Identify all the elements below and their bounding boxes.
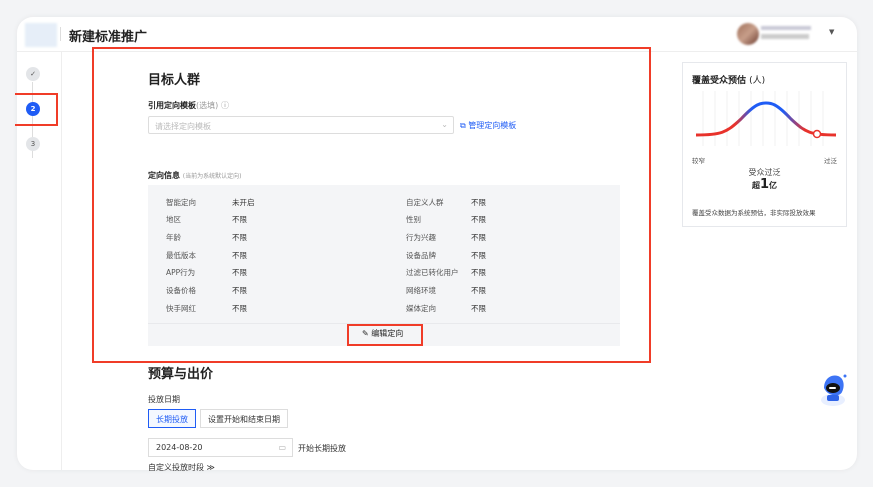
estimate-value: 超1亿 [683,177,846,192]
custom-period-toggle[interactable]: 自定义投放时段 ≫ [148,462,215,473]
targeting-value: 不限 [471,215,486,224]
start-note: 开始长期投放 [298,444,346,453]
broad-label: 过泛 [824,157,837,165]
step-3[interactable]: 3 [26,137,40,151]
targeting-key: 网络环境 [406,286,436,295]
chevron-down-icon: ⌄ [441,120,448,129]
targeting-value: 不限 [232,215,247,224]
targeting-key: 自定义人群 [406,198,444,207]
assistant-robot-icon[interactable] [818,372,852,408]
info-label-text: 定向信息 [148,171,180,180]
estimate-note: 覆盖受众数据为系统预估，非实际投放效果 [692,209,816,217]
edit-targeting-button[interactable]: ✎ 编辑定向 [362,328,403,339]
targeting-key: 媒体定向 [406,304,436,313]
calendar-icon: ▭ [278,443,286,452]
targeting-value: 不限 [471,233,486,242]
targeting-key: 智能定向 [166,198,196,207]
targeting-value: 不限 [471,304,486,313]
section-title-budget: 预算与出价 [148,367,214,382]
estimate-number: 1 [759,177,770,192]
user-name-blurred [761,26,811,30]
estimate-suffix: 亿 [769,181,778,190]
targeting-key: APP行为 [166,268,196,277]
narrow-label: 较窄 [692,157,705,165]
targeting-key: 设备价格 [166,286,196,295]
targeting-key: 过滤已转化用户 [406,268,459,277]
targeting-key: 性别 [406,215,421,224]
estimate-prefix: 超 [751,181,760,190]
external-link-icon: ⧉ [460,121,466,130]
help-icon[interactable]: ⓘ [221,101,229,110]
targeting-key: 地区 [166,215,181,224]
targeting-value: 不限 [232,251,247,260]
targeting-key: 年龄 [166,233,181,242]
targeting-value: 不限 [232,304,247,313]
targeting-value: 不限 [232,233,247,242]
manage-template-text: 管理定向模板 [468,121,517,130]
targeting-key: 设备品牌 [406,251,436,260]
targeting-info-label: 定向信息 (当前为系统默认定向) [148,170,241,181]
step-2[interactable]: 2 [26,102,40,116]
targeting-value: 不限 [471,286,486,295]
date-label: 投放日期 [148,395,180,404]
targeting-value: 不限 [471,198,486,207]
template-select[interactable]: 请选择定向模板 ⌄ [148,116,454,134]
info-note: (当前为系统默认定向) [182,173,242,180]
estimate-title-text: 覆盖受众预估 [692,76,747,86]
targeting-value: 不限 [232,286,247,295]
gauge-marker [812,129,822,139]
date-range-toggle[interactable]: 设置开始和结束日期 [200,409,288,428]
edit-targeting-label: 编辑定向 [371,329,404,338]
template-placeholder: 请选择定向模板 [155,122,211,131]
start-date-value: 2024-08-20 [156,443,203,452]
targeting-key: 行为兴趣 [406,233,436,242]
user-id-blurred [761,34,809,39]
start-date-input[interactable]: 2024-08-20 ▭ [148,438,293,457]
estimate-unit: (人) [749,76,766,86]
targeting-value: 不限 [471,251,486,260]
template-label-text: 引用定向模板 [148,101,196,110]
chevron-down-icon[interactable]: ▼ [829,28,834,36]
step-1[interactable]: ✓ [26,67,40,81]
pencil-icon: ✎ [362,329,369,338]
divider [60,27,61,41]
manage-template-link[interactable]: ⧉ 管理定向模板 [460,120,516,131]
targeting-value: 不限 [471,268,486,277]
template-label: 引用定向模板(选填) ⓘ [148,100,229,111]
page-title: 新建标准推广 [69,30,148,45]
targeting-value: 未开启 [232,198,255,207]
gauge-gridlines [702,91,824,146]
avatar[interactable] [737,23,759,45]
audience-gauge-chart [695,91,837,146]
audience-estimate-panel: 覆盖受众预估 (人) 较窄 过泛 受众过泛 超1亿 覆盖受众数据为系统预估，非实… [682,62,847,227]
step-sidebar: ✓ 2 3 [17,52,62,470]
section-title-audience: 目标人群 [148,73,201,88]
targeting-key: 最低版本 [166,251,196,260]
long-term-toggle[interactable]: 长期投放 [148,409,196,428]
gauge-curve [695,101,837,137]
optional-text: (选填) [196,101,219,110]
targeting-summary: ✎ 编辑定向 智能定向 未开启 地区 不限 年龄 不限 最低版本 不限 APP行为 不限 设备价格不… [148,185,620,346]
header: 新建标准推广 ▼ [17,17,857,52]
estimate-title: 覆盖受众预估 (人) [692,73,765,86]
targeting-key: 快手网红 [166,304,196,313]
logo [25,23,57,47]
targeting-value: 不限 [232,268,247,277]
divider [148,323,620,324]
